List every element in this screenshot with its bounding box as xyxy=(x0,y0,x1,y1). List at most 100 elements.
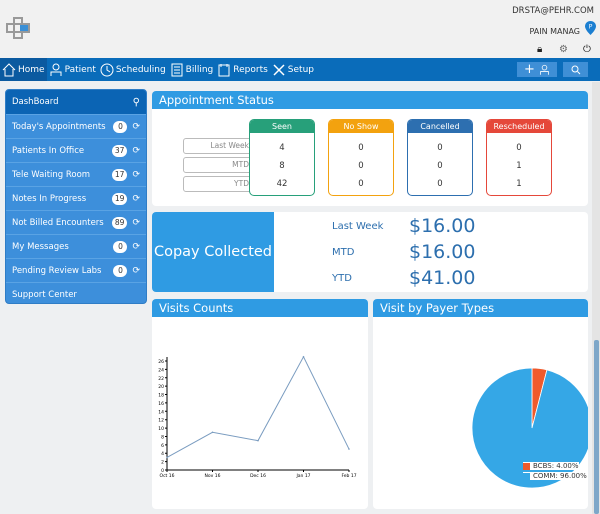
nav-home[interactable]: Home xyxy=(0,58,47,81)
y-tick-label: 16 xyxy=(158,401,164,407)
count-badge: 17 xyxy=(111,168,128,181)
clinic-name[interactable]: PAIN MANAG xyxy=(529,27,580,36)
add-patient-button[interactable]: + xyxy=(517,62,557,77)
sidebar-title: DashBoard xyxy=(12,97,59,107)
clock-icon xyxy=(100,63,114,76)
refresh-icon[interactable]: ⟳ xyxy=(132,146,140,156)
search-icon xyxy=(571,65,580,74)
nav-label: Home xyxy=(18,64,45,75)
x-tick-label: Oct 16 xyxy=(160,473,175,479)
status-card: Cancelled 0 0 0 xyxy=(407,119,473,196)
refresh-icon[interactable]: ⟳ xyxy=(132,194,140,204)
sidebar-item[interactable]: My Messages 0 ⟳ xyxy=(6,234,146,258)
refresh-icon[interactable]: ⟳ xyxy=(132,218,140,228)
nav-billing[interactable]: Billing xyxy=(168,58,216,81)
nav-patient[interactable]: Patient xyxy=(47,58,98,81)
status-value: 0 xyxy=(358,143,364,153)
sidebar-item[interactable]: Notes In Progress 19 ⟳ xyxy=(6,186,146,210)
data-point xyxy=(166,456,168,459)
sidebar-item-label: Notes In Progress xyxy=(12,193,87,204)
status-value: 0 xyxy=(437,143,443,153)
count-badge: 0 xyxy=(113,264,128,277)
y-tick-label: 4 xyxy=(161,451,164,457)
user-email[interactable]: DRSTA@PEHR.COM xyxy=(512,6,594,16)
copay-label: YTD xyxy=(332,273,352,284)
sidebar-item-label: Support Center xyxy=(12,289,77,300)
status-value: 8 xyxy=(279,161,285,171)
nav-label: Reports xyxy=(233,64,268,75)
nav-label: Patient xyxy=(64,64,96,75)
y-tick-label: 12 xyxy=(158,418,164,424)
copay-value: $41.00 xyxy=(409,267,476,289)
copay-title: Copay Collected xyxy=(152,212,274,292)
refresh-icon[interactable]: ⟳ xyxy=(132,170,140,180)
status-card: No Show 0 0 0 xyxy=(328,119,394,196)
pie-slice-comm[interactable] xyxy=(471,367,588,489)
patient-icon xyxy=(50,63,62,76)
plus-icon: + xyxy=(524,62,535,77)
gear-icon[interactable]: ⚙ xyxy=(559,44,568,55)
y-tick-label: 20 xyxy=(158,384,164,390)
status-value: 0 xyxy=(437,179,443,189)
sidebar-item-label: Patients In Office xyxy=(12,145,85,156)
count-badge: 89 xyxy=(111,216,128,229)
y-tick-label: 8 xyxy=(161,434,164,440)
sidebar-item[interactable]: Tele Waiting Room 17 ⟳ xyxy=(6,162,146,186)
status-card-title: Seen xyxy=(250,120,314,133)
y-tick-label: 2 xyxy=(161,460,164,466)
y-tick-label: 14 xyxy=(158,409,164,415)
sidebar-item-label: Tele Waiting Room xyxy=(12,169,91,180)
visits-line xyxy=(166,355,350,458)
search-button[interactable] xyxy=(563,62,588,77)
scrollbar-thumb[interactable] xyxy=(594,340,599,514)
sidebar-item[interactable]: Support Center xyxy=(6,282,146,303)
row-label-mtd: MTD xyxy=(183,157,258,173)
status-card-title: Rescheduled xyxy=(487,120,551,133)
svg-text:P: P xyxy=(589,24,593,31)
status-card-title: Cancelled xyxy=(408,120,472,133)
y-tick-label: 10 xyxy=(158,426,164,432)
nav-scheduling[interactable]: Scheduling xyxy=(98,58,168,81)
refresh-icon[interactable]: ⟳ xyxy=(132,242,140,252)
sidebar-item-label: Pending Review Labs xyxy=(12,265,102,276)
app-logo xyxy=(6,17,30,39)
x-tick-label: Dec 16 xyxy=(250,473,266,479)
x-tick-label: Feb 17 xyxy=(341,473,356,479)
count-badge: 0 xyxy=(113,240,128,253)
row-label-last-week: Last Week xyxy=(183,138,258,154)
legend-label: COMM: 96.00% xyxy=(533,472,587,480)
nav-label: Scheduling xyxy=(115,64,166,75)
refresh-icon[interactable]: ⟳ xyxy=(132,122,140,132)
sidebar-item-label: Today's Appointments xyxy=(12,121,106,132)
nav-setup[interactable]: Setup xyxy=(270,58,316,81)
status-value: 42 xyxy=(276,179,288,189)
location-pin-icon[interactable]: P xyxy=(585,21,596,35)
y-tick-label: 26 xyxy=(158,359,164,365)
y-tick-label: 22 xyxy=(158,376,164,382)
nav-reports[interactable]: Reports xyxy=(215,58,270,81)
sidebar-item[interactable]: Not Billed Encounters 89 ⟳ xyxy=(6,210,146,234)
lock-icon[interactable]: 🔒︎ xyxy=(537,44,542,55)
sidebar-item[interactable]: Patients In Office 37 ⟳ xyxy=(6,138,146,162)
legend-swatch xyxy=(523,472,530,480)
sidebar-item[interactable]: Today's Appointments 0 ⟳ xyxy=(6,114,146,138)
y-tick-label: 18 xyxy=(158,393,164,399)
appointment-status-panel: Appointment Status Last Week MTD YTD See… xyxy=(152,91,588,206)
dashboard-icon[interactable]: ⚲ xyxy=(133,97,140,108)
status-value: 4 xyxy=(279,143,285,153)
y-tick-label: 6 xyxy=(161,443,164,449)
status-card: Seen 4 8 42 xyxy=(249,119,315,196)
status-value: 0 xyxy=(358,161,364,171)
sidebar-item[interactable]: Pending Review Labs 0 ⟳ xyxy=(6,258,146,282)
tools-icon xyxy=(273,63,285,76)
refresh-icon[interactable]: ⟳ xyxy=(132,266,140,276)
legend-item-comm: COMM: 96.00% xyxy=(523,472,587,480)
legend-swatch xyxy=(523,462,530,470)
dashboard-sidebar: DashBoard ⚲ Today's Appointments 0 ⟳ Patient… xyxy=(5,89,147,304)
payer-types-panel: Visit by Payer Types BCBS: 4.00% COMM: 9… xyxy=(373,299,588,509)
data-point xyxy=(211,431,214,434)
status-value: 0 xyxy=(437,161,443,171)
status-value: 0 xyxy=(358,179,364,189)
power-icon[interactable]: ⏻ xyxy=(583,44,591,55)
top-header xyxy=(0,0,600,58)
